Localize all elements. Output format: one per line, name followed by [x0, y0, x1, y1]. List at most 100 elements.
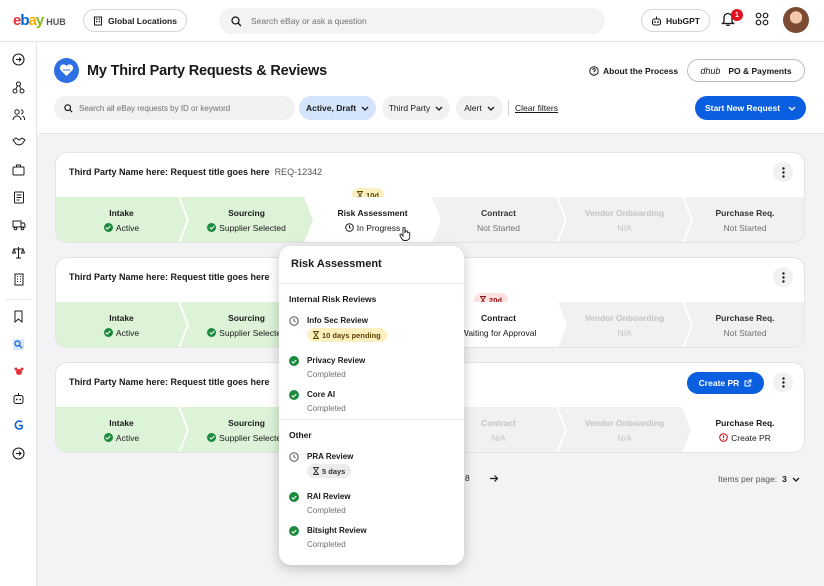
create-pr-button[interactable]: Create PR — [687, 372, 764, 394]
check-circle-icon — [104, 433, 113, 442]
briefcase-icon — [12, 164, 25, 176]
sidebar-item-truck[interactable] — [11, 217, 26, 232]
global-locations-button[interactable]: Global Locations — [83, 9, 187, 32]
sidebar-item-legal[interactable] — [11, 245, 26, 260]
search-icon — [64, 103, 73, 113]
check-circle-icon — [289, 390, 299, 400]
sidebar-item-people[interactable] — [11, 107, 26, 122]
request-card-title[interactable]: Third Party Name here: Request title goe… — [69, 167, 322, 177]
sidebar-item-bookmark[interactable] — [11, 309, 26, 324]
stage-intake[interactable]: Intake Active — [56, 407, 187, 453]
stage-status: Waiting for Approval — [460, 327, 537, 338]
sidebar-item-handshake[interactable] — [11, 134, 26, 149]
left-sidebar — [0, 42, 37, 586]
mascot-icon — [14, 367, 23, 375]
sidebar-item-document[interactable] — [11, 190, 26, 205]
request-card-title[interactable]: Third Party Name here: Request title goe… — [69, 377, 270, 387]
about-process-link[interactable]: About the Process — [589, 66, 678, 76]
cursor-hand-icon — [399, 227, 411, 241]
logo-letter: a — [28, 12, 37, 29]
card-menu-button[interactable] — [773, 372, 793, 392]
notification-count-badge: 1 — [731, 9, 743, 21]
card-menu-button[interactable] — [773, 267, 793, 287]
clock-icon — [289, 452, 299, 462]
check-circle-icon — [289, 526, 299, 536]
items-per-page-select[interactable]: Items per page: 3 — [718, 474, 800, 484]
document-icon — [13, 191, 24, 204]
request-search-input[interactable]: Search all eBay requests by ID or keywor… — [54, 96, 295, 120]
alert-circle-icon — [719, 433, 729, 442]
page-number[interactable]: 8 — [465, 473, 470, 483]
items-per-page-label: Items per page: — [718, 474, 778, 484]
card-menu-button[interactable] — [773, 162, 793, 182]
popover-section-other: Other — [289, 430, 312, 440]
stage-name: Intake — [109, 312, 134, 323]
stage-name: Sourcing — [228, 312, 265, 323]
sidebar-item-forward[interactable] — [11, 52, 26, 67]
sidebar-item-mascot[interactable] — [11, 364, 26, 379]
stage-intake[interactable]: Intake Active — [56, 302, 187, 348]
review-status: 10 days pending — [322, 330, 381, 340]
status-filter-pill[interactable]: Active, Draft — [299, 96, 376, 120]
ebay-hub-logo[interactable]: ebay HUB — [13, 12, 66, 29]
clock-icon — [289, 316, 299, 326]
about-process-label: About the Process — [603, 66, 679, 76]
heart-handshake-icon — [59, 64, 74, 76]
request-card-title[interactable]: Third Party Name here: Request title goe… — [69, 272, 270, 282]
stage-sourcing[interactable]: Sourcing Supplier Selected — [180, 197, 313, 243]
user-avatar[interactable] — [783, 7, 809, 33]
sidebar-item-g-app[interactable] — [11, 418, 26, 433]
stage-contract[interactable]: Contract Not Started — [432, 197, 565, 243]
review-status: Completed — [307, 370, 346, 379]
review-name: PRA Review — [307, 452, 354, 461]
review-name: Info Sec Review — [307, 316, 368, 325]
create-pr-label: Create PR — [698, 378, 740, 388]
stage-status: Active — [115, 432, 140, 443]
start-new-request-label: Start New Request — [704, 103, 781, 113]
sidebar-item-go[interactable] — [11, 446, 26, 461]
apps-grid-icon[interactable] — [755, 12, 769, 26]
stage-status: Create PR — [731, 432, 771, 443]
chevron-down-icon — [435, 106, 443, 111]
stage-name: Contract — [481, 207, 516, 218]
alert-filter-pill[interactable]: Alert — [456, 96, 503, 120]
search-icon — [231, 15, 242, 26]
stage-intake[interactable]: Intake Active — [56, 197, 187, 243]
po-payments-button[interactable]: dhub PO & Payments — [687, 59, 805, 82]
arrow-right-icon[interactable] — [489, 474, 499, 483]
stage-risk-assessment[interactable]: Risk Assessment In Progress — [306, 197, 439, 243]
logo-letter: y — [35, 12, 44, 29]
stage-purchase-req[interactable]: Purchase Req. Not Started — [684, 302, 804, 347]
stage-name: Vendor Onboarding — [584, 312, 665, 323]
stage-name: Sourcing — [228, 417, 265, 428]
top-bar: ebay HUB Global Locations Search eBay or… — [0, 0, 824, 42]
global-search-input[interactable]: Search eBay or ask a question — [219, 8, 605, 34]
third-party-filter-pill[interactable]: Third Party — [382, 96, 450, 120]
stage-status: Supplier Selected — [219, 222, 286, 233]
request-card[interactable]: Third Party Name here: Request title goe… — [55, 152, 805, 243]
start-new-request-button[interactable]: Start New Request — [695, 96, 806, 120]
sidebar-item-building[interactable] — [11, 272, 26, 287]
sidebar-item-bot[interactable] — [11, 391, 26, 406]
stage-status: In Progress — [356, 222, 401, 233]
po-payments-label: PO & Payments — [728, 65, 792, 76]
page-header: My Third Party Requests & Reviews About … — [37, 42, 824, 134]
stage-purchase-req[interactable]: Purchase Req. Not Started — [684, 197, 804, 242]
bookmark-icon — [14, 310, 23, 323]
review-name: RAI Review — [307, 492, 351, 501]
request-id: REQ-12342 — [274, 167, 323, 177]
stage-name: Risk Assessment — [337, 207, 408, 218]
hubgpt-button[interactable]: HubGPT — [641, 9, 710, 32]
sidebar-item-briefcase[interactable] — [11, 162, 26, 177]
sidebar-item-requests[interactable] — [11, 337, 26, 352]
kebab-icon — [781, 166, 785, 178]
stage-name: Purchase Req. — [715, 417, 775, 428]
stage-purchase-req[interactable]: Purchase Req. Create PR — [684, 407, 804, 452]
stage-status: N/A — [491, 432, 506, 443]
stage-name: Intake — [109, 417, 134, 428]
requests-search-icon — [13, 339, 24, 350]
check-circle-icon — [104, 328, 113, 337]
clear-filters-link[interactable]: Clear filters — [515, 103, 558, 113]
sidebar-divider — [6, 299, 31, 300]
sidebar-item-network[interactable] — [11, 80, 26, 95]
